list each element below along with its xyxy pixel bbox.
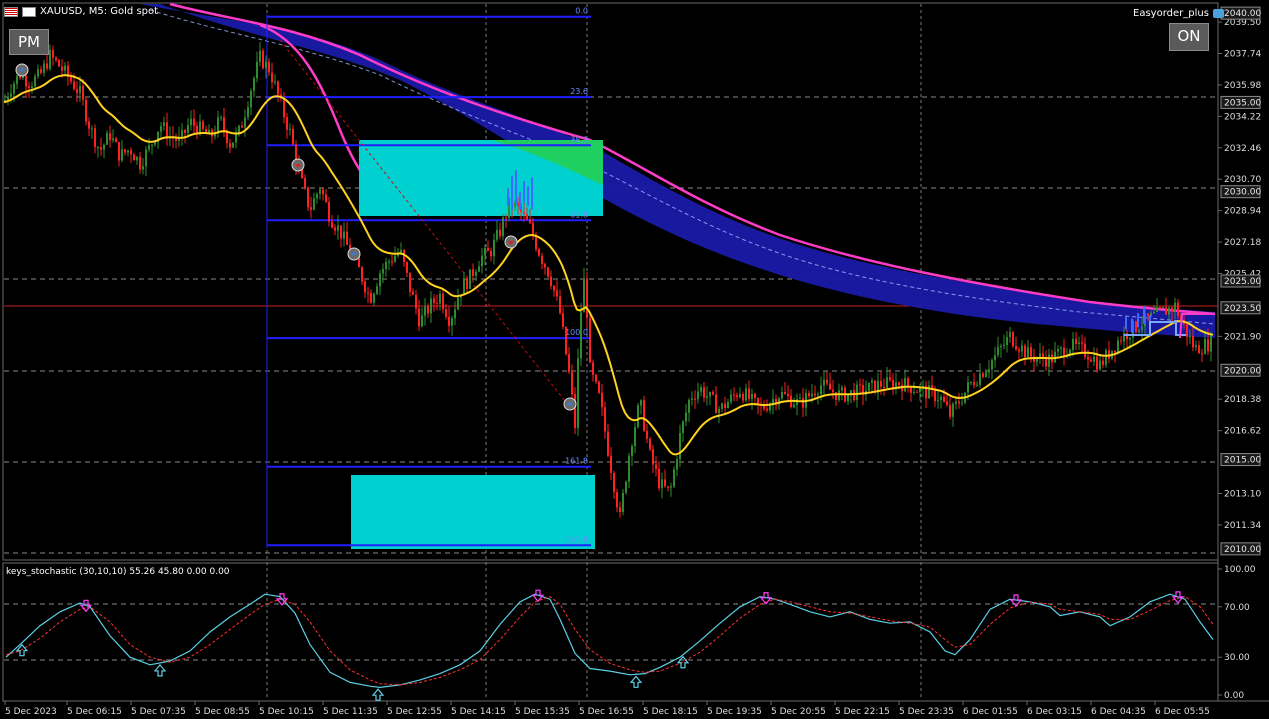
fib-level-label: 161.8 [565, 535, 588, 544]
time-tick-label: 5 Dec 12:55 [387, 707, 442, 717]
time-tick-label: 6 Dec 03:15 [1027, 707, 1082, 717]
price-level-label: 2040.00 [1224, 9, 1261, 19]
candle [547, 266, 549, 279]
candle [622, 489, 624, 516]
candle [598, 380, 600, 395]
stoch-tick-label: 70.00 [1224, 603, 1250, 613]
time-tick-label: 6 Dec 01:55 [963, 707, 1018, 717]
time-tick-label: 5 Dec 07:35 [131, 707, 186, 717]
price-level-label: 2010.00 [1224, 545, 1261, 555]
time-tick-label: 5 Dec 16:55 [579, 707, 634, 717]
time-tick-label: 5 Dec 23:35 [899, 707, 954, 717]
us-flag-icon [22, 6, 36, 17]
candle [232, 142, 234, 149]
candle [625, 480, 627, 495]
gb-flag-icon [4, 6, 18, 17]
ea-hat-icon [1212, 9, 1224, 18]
price-level-label: 2035.00 [1224, 98, 1261, 108]
fib-level-label: 38.2 [570, 135, 588, 144]
price-tick-label: 2027.18 [1224, 238, 1261, 248]
time-tick-label: 5 Dec 22:15 [835, 707, 890, 717]
time-tick-label: 5 Dec 15:35 [515, 707, 570, 717]
time-tick-label: 6 Dec 05:55 [1155, 707, 1210, 717]
stoch-tick-label: 100.00 [1224, 565, 1256, 575]
price-tick-label: 2032.46 [1224, 144, 1261, 154]
price-level-label: 2030.00 [1224, 188, 1261, 198]
price-level-label: 2020.00 [1224, 366, 1261, 376]
time-tick-label: 6 Dec 04:35 [1091, 707, 1146, 717]
candle [637, 403, 639, 429]
candle [589, 315, 591, 364]
price-tick-label: 2030.70 [1224, 175, 1261, 185]
fib-level-label: 61.8 [570, 210, 588, 219]
price-level-tag: 2035.00 [1220, 95, 1261, 109]
expert-advisor-label[interactable]: Easyorder_plus [1133, 8, 1224, 19]
buy-marker [563, 397, 577, 411]
fib-level-label: 161.8 [565, 457, 588, 466]
price-tick-label: 2013.10 [1224, 490, 1261, 500]
chart-title: XAUUSD, M5: Gold spot [4, 6, 158, 17]
price-level-label: 2015.00 [1224, 456, 1261, 466]
time-tick-label: 5 Dec 20:55 [771, 707, 826, 717]
price-tick-label: 2035.98 [1224, 81, 1261, 91]
price-level-label: 2023.50 [1224, 304, 1261, 314]
candle [643, 395, 645, 433]
price-tick-label: 2021.90 [1224, 332, 1261, 342]
buy-marker [347, 247, 361, 261]
fib-level-label: 0.0 [575, 7, 588, 16]
price-level-tag: 2010.00 [1220, 542, 1261, 556]
price-tick-label: 2037.74 [1224, 50, 1261, 60]
price-level-tag: 2030.00 [1220, 185, 1261, 199]
pm-button[interactable]: PM [9, 29, 49, 55]
candle [469, 269, 471, 290]
time-tick-label: 5 Dec 2023 [5, 707, 57, 717]
time-tick-label: 5 Dec 10:15 [259, 707, 314, 717]
demand-zone[interactable] [351, 475, 595, 549]
chart-svg[interactable]: 0.023.638.261.8100.0161.8161.8 2039.5020… [0, 0, 1269, 719]
buy-marker [15, 63, 29, 77]
time-tick-label: 5 Dec 06:15 [67, 707, 122, 717]
fib-level-label: 23.6 [570, 87, 588, 96]
time-tick-label: 5 Dec 14:15 [451, 707, 506, 717]
price-level-tag: 2025.00 [1220, 274, 1261, 288]
time-tick-label: 5 Dec 19:35 [707, 707, 762, 717]
candle [58, 59, 60, 67]
candle [580, 302, 582, 367]
fib-level-label: 100.0 [565, 328, 588, 337]
sell-marker [291, 158, 305, 172]
ea-name: Easyorder_plus [1133, 8, 1209, 19]
indicator-label: keys_stochastic (30,10,10) 55.26 45.80 0… [6, 567, 230, 577]
candle [565, 326, 567, 356]
price-tick-label: 2034.22 [1224, 112, 1261, 122]
candle [673, 466, 675, 489]
price-level-label: 2025.00 [1224, 277, 1261, 287]
price-tick-label: 2016.62 [1224, 427, 1261, 437]
price-level-tag: 2020.00 [1220, 363, 1261, 377]
stoch-tick-label: 0.00 [1224, 691, 1244, 701]
stoch-tick-label: 30.00 [1224, 653, 1250, 663]
price-level-tag: 2015.00 [1220, 453, 1261, 467]
time-tick-label: 5 Dec 11:35 [323, 707, 378, 717]
symbol-title: XAUUSD, M5: Gold spot [40, 6, 159, 17]
price-level-tag: 2040.00 [1220, 6, 1261, 20]
candle [85, 96, 87, 126]
price-tick-label: 2018.38 [1224, 395, 1261, 405]
on-button[interactable]: ON [1169, 23, 1209, 51]
sell-marker [504, 235, 518, 249]
candle [577, 348, 579, 436]
candle [1012, 330, 1014, 349]
price-level-tag: 2023.50 [1220, 301, 1261, 315]
time-tick-label: 5 Dec 18:15 [643, 707, 698, 717]
time-tick-label: 5 Dec 08:55 [195, 707, 250, 717]
price-tick-label: 2028.94 [1224, 207, 1261, 217]
candle [868, 382, 870, 392]
price-tick-label: 2011.34 [1224, 521, 1261, 531]
candle [262, 48, 264, 70]
candle [649, 436, 651, 452]
